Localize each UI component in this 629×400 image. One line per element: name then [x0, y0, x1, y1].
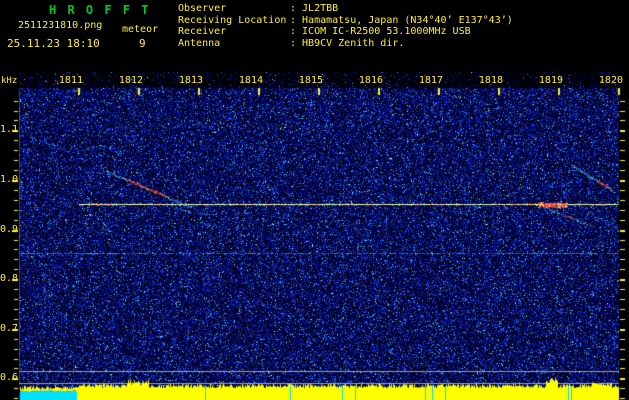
info-value: : ICOM IC-R2500 53.1000MHz USB	[290, 26, 471, 38]
time-tick-label: 1815	[298, 75, 323, 86]
time-tick-label: 1812	[118, 75, 143, 86]
time-tick-label: 1820	[598, 75, 623, 86]
time-tick-label: 1817	[418, 75, 443, 86]
info-label: Observer	[178, 3, 227, 14]
time-tick-label: 1816	[358, 75, 383, 86]
station-info-row: Receiver : ICOM IC-R2500 53.1000MHz USB	[178, 26, 513, 38]
freq-tick-label: 1.0	[0, 174, 19, 185]
station-info-row: Receiving Location: Hamamatsu, Japan (N3…	[178, 15, 513, 27]
info-value: : HB9CV Zenith dir.	[290, 37, 405, 49]
freq-tick-label: 0.8	[0, 273, 19, 284]
time-tick-label: 1819	[538, 75, 563, 86]
station-info: Observer : JL2TBB Receiving Location: Hama…	[178, 3, 513, 49]
freq-tick-label: 0.6	[0, 372, 19, 383]
time-tick-label: 1818	[478, 75, 503, 86]
freq-tick-label: 1.1	[0, 124, 19, 135]
mode-label: meteor	[122, 24, 159, 35]
freq-tick-label: 0.9	[0, 224, 19, 235]
app-title: H R O F F T	[49, 3, 151, 17]
hrofft-window: H R O F F T 2511231810.png meteor 25.11.…	[0, 0, 629, 400]
time-tick-label: 1811	[58, 75, 83, 86]
info-label: Receiver	[178, 26, 227, 38]
station-info-row: Observer : JL2TBB	[178, 3, 513, 15]
freq-axis-unit: kHz	[1, 76, 18, 86]
meteor-count: 9	[139, 37, 146, 50]
file-name: 2511231810.png	[18, 20, 103, 31]
info-value: : JL2TBB	[290, 3, 339, 14]
freq-tick-label: 0.7	[0, 323, 19, 334]
info-label: Antenna	[178, 37, 221, 49]
time-tick-label: 1814	[238, 75, 263, 86]
datetime-label: 25.11.23 18:10	[7, 37, 100, 50]
info-label: Receiving Location	[178, 14, 287, 26]
time-tick-label: 1813	[178, 75, 203, 86]
station-info-row: Antenna : HB9CV Zenith dir.	[178, 38, 513, 50]
info-value: : Hamamatsu, Japan (N34°40’ E137°43’)	[290, 14, 513, 26]
spectrogram-canvas	[0, 0, 629, 400]
